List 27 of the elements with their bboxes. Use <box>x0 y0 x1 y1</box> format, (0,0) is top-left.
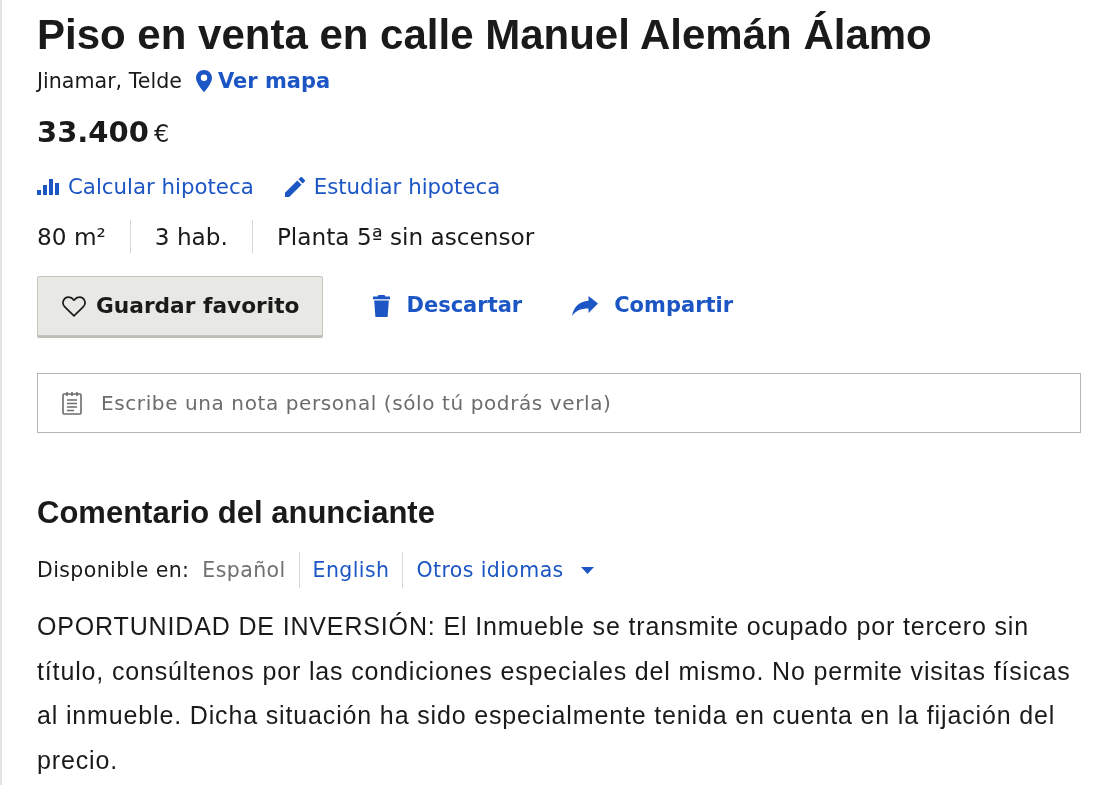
price: 33.400 € <box>37 114 171 151</box>
languages-dropdown[interactable]: Otros idiomas <box>402 552 607 588</box>
heart-icon <box>62 295 86 317</box>
location-text: Jinamar, Telde <box>37 68 182 95</box>
note-input-field[interactable]: Escribe una nota personal (sólo tú podrás verla) <box>37 373 1081 433</box>
discard-link[interactable]: Descartar <box>373 290 523 322</box>
feature-text: 3 hab. <box>129 220 252 253</box>
save-favorite-button[interactable]: Guardar favorito <box>37 276 324 336</box>
share-arrow-icon <box>572 296 599 316</box>
share-link[interactable]: Compartir <box>572 290 734 322</box>
feature-text: Planta 5ª sin ascensor <box>251 220 559 253</box>
map-pin-icon <box>195 70 212 92</box>
study-mortgage-link[interactable]: Estudiar hipoteca <box>284 173 501 201</box>
listing-title: Piso en venta en calle Manuel Alemán Álamo <box>37 12 933 58</box>
pencil-icon <box>284 177 305 197</box>
languages-label: Disponible en: <box>37 557 190 584</box>
calculate-mortgage-link[interactable]: Calcular hipoteca <box>37 173 254 201</box>
bar-chart-icon <box>37 179 59 195</box>
map-link[interactable]: Ver mapa <box>195 67 331 95</box>
section-heading: Comentario del anunciante <box>37 495 436 531</box>
trash-icon <box>373 295 391 317</box>
language-tab[interactable]: English <box>298 552 403 588</box>
notepad-icon <box>62 392 82 415</box>
caret-down-icon <box>580 566 594 574</box>
language-tab[interactable]: Español <box>202 552 299 588</box>
description-text: OPORTUNIDAD DE INVERSIÓN: El Inmueble se transmite ocupado por tercero sin título, consúltenos por las condiciones especiales del mismo. No permite visitas físicas al inmueble. Dicha situación ha sido especialmente tenida en cuenta en la fijación del precio. <box>37 611 1072 776</box>
feature-text: 80 m² <box>37 222 107 252</box>
